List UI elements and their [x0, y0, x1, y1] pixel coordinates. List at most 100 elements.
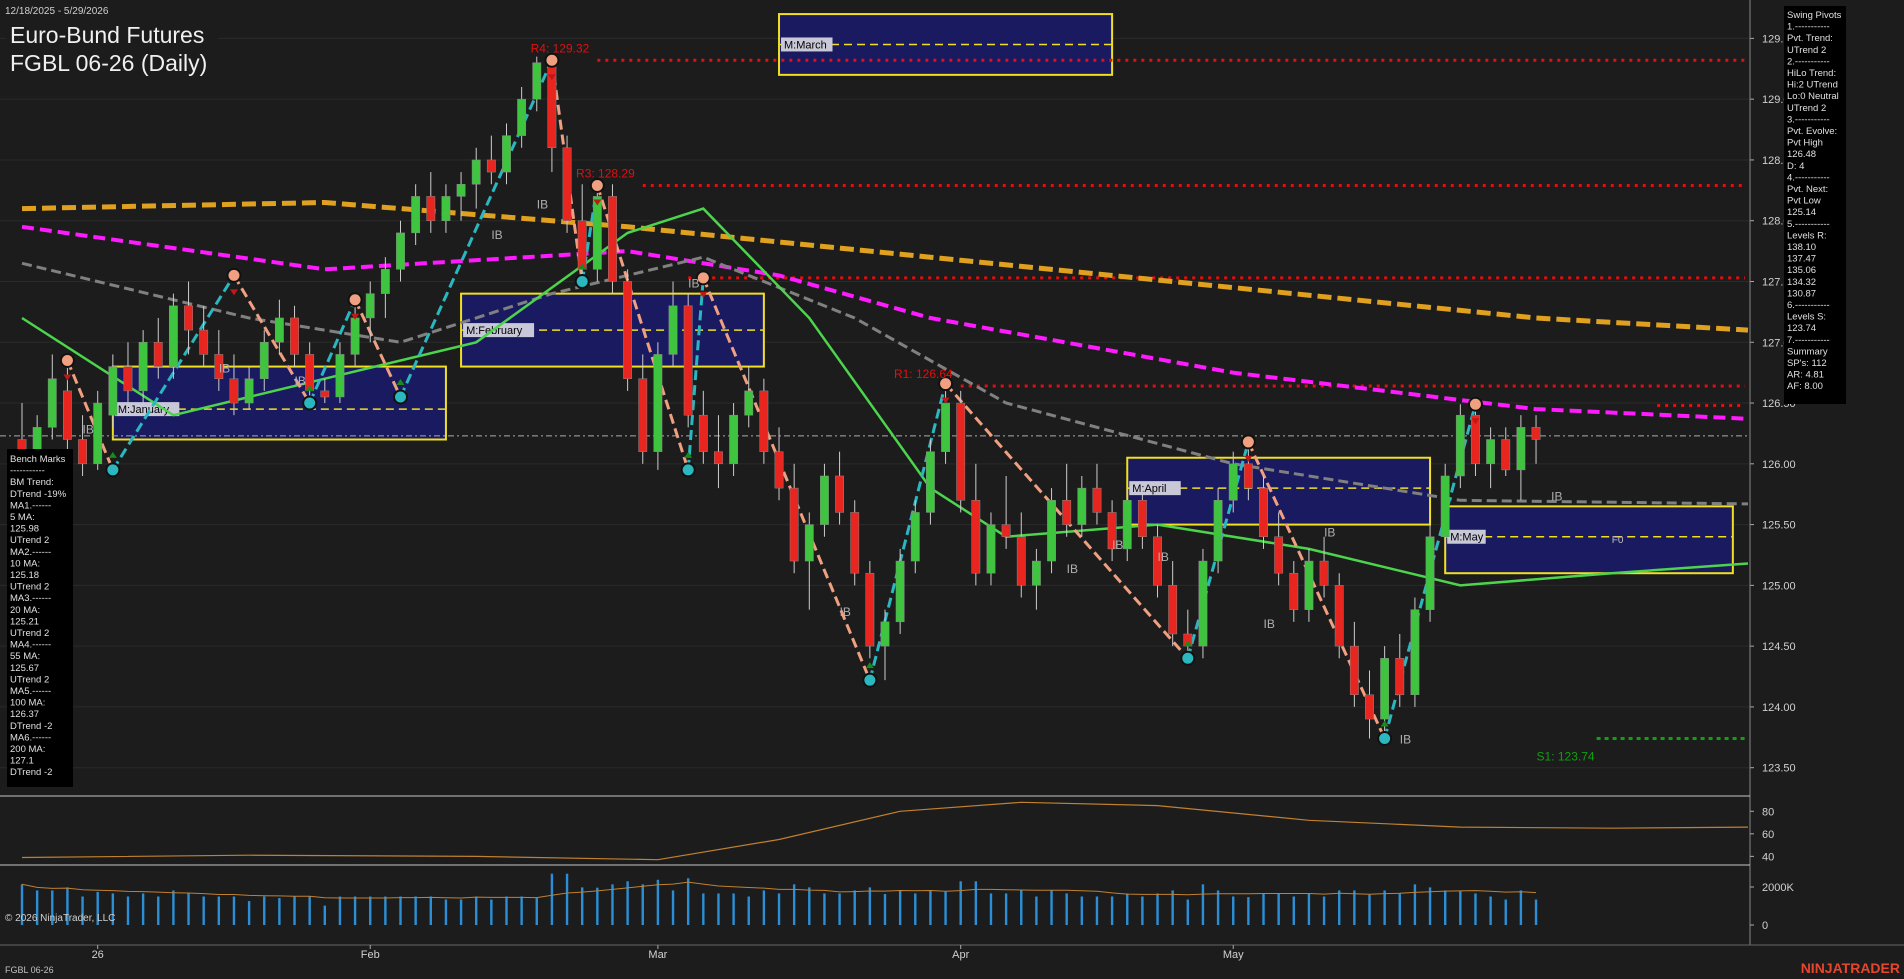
resistance-label-3: R1: 126.64 — [894, 367, 953, 381]
ib-label-7: IB — [1067, 562, 1078, 576]
volume-bar-35 — [550, 873, 554, 925]
volume-bar-13 — [217, 896, 221, 925]
copyright-text: © 2026 NinjaTrader, LLC — [5, 913, 115, 924]
candle-body-21 — [335, 354, 345, 398]
candle-body-53 — [820, 475, 829, 525]
swing-marker-16 — [1467, 396, 1483, 412]
y-tick-label-2: 124.50 — [1762, 641, 1796, 653]
f0-label: F0 — [1612, 535, 1624, 546]
volume-bar-56 — [868, 887, 872, 925]
instrument-footer: FGBL 06-26 — [5, 965, 54, 975]
volume-bar-7 — [126, 896, 130, 925]
candle-body-54 — [835, 475, 844, 513]
swing-marker-11 — [862, 672, 878, 688]
swing-panel-line-14: 4.----------- — [1787, 172, 1830, 183]
candle-body-81 — [1243, 463, 1253, 489]
candle-body-67 — [1031, 560, 1041, 586]
bench-panel-line-13: 20 MA: — [10, 605, 40, 616]
candle-body-26 — [411, 196, 421, 234]
swing-panel-line-3: UTrend 2 — [1787, 45, 1826, 56]
volume-bar-38 — [596, 887, 599, 925]
volume-bar-34 — [535, 898, 538, 925]
y-tick-label-3: 125.00 — [1762, 580, 1796, 592]
candle-body-17 — [274, 317, 284, 343]
candle-body-63 — [971, 500, 981, 574]
volume-bar-93 — [1428, 887, 1432, 925]
volume-bar-24 — [384, 896, 387, 925]
swing-panel-line-12: 126.48 — [1787, 149, 1816, 160]
volume-bar-59 — [914, 893, 917, 925]
candle-body-70 — [1077, 487, 1087, 525]
volume-bar-54 — [838, 893, 841, 925]
volume-bar-94 — [1443, 890, 1447, 925]
candle-body-9 — [153, 342, 163, 367]
swing-marker-0 — [59, 352, 75, 368]
ib-label-9: IB — [1158, 550, 1169, 564]
bench-panel-line-15: UTrend 2 — [10, 628, 49, 639]
volume-bar-41 — [641, 884, 644, 925]
month-label-2: M:March — [784, 39, 827, 51]
swing-panel-line-27: 123.74 — [1787, 323, 1816, 334]
volume-bar-29 — [459, 899, 463, 925]
bench-panel-line-18: 125.67 — [10, 663, 39, 674]
swing-panel-line-10: Pvt. Evolve: — [1787, 126, 1837, 137]
volume-bar-37 — [580, 887, 584, 925]
bench-panel-line-2: BM Trend: — [10, 477, 54, 488]
bench-panel-line-1: ----------- — [10, 466, 45, 477]
month-label-4: M:May — [1450, 532, 1484, 544]
volume-bar-87 — [1338, 890, 1341, 925]
swing-panel-line-20: 138.10 — [1787, 242, 1816, 253]
volume-bar-68 — [1050, 890, 1053, 925]
vol-tick-label-0: 0 — [1762, 920, 1768, 932]
month-box-4 — [1444, 505, 1734, 575]
swing-panel-line-23: 134.32 — [1787, 277, 1816, 288]
month-label-1: M:February — [466, 325, 523, 337]
swing-marker-8 — [589, 177, 605, 193]
volume-bar-53 — [823, 893, 826, 925]
swing-panel-line-22: 135.06 — [1787, 265, 1816, 276]
swing-marker-7 — [574, 273, 590, 289]
candle-body-87 — [1334, 585, 1344, 647]
candle-body-65 — [1001, 524, 1011, 537]
candle-body-90 — [1380, 658, 1390, 720]
candle-body-16 — [259, 342, 269, 379]
swing-panel-line-9: 3.----------- — [1787, 114, 1830, 125]
bench-panel-line-7: UTrend 2 — [10, 535, 49, 546]
volume-bar-21 — [338, 896, 342, 925]
bench-panel-line-27: DTrend -2 — [10, 767, 52, 778]
volume-bar-17 — [278, 898, 281, 925]
candle-body-56 — [865, 572, 875, 647]
ib-label-11: IB — [1324, 526, 1335, 540]
volume-bar-99 — [1519, 890, 1523, 925]
price-chart[interactable]: M:January M:February M:March M:April M:May R… — [0, 0, 1904, 979]
x-tick-label-2: Mar — [648, 949, 667, 961]
candle-body-42 — [653, 354, 663, 452]
candle-body-59 — [910, 512, 920, 562]
candle-body-45 — [698, 414, 708, 452]
volume-bar-73 — [1126, 893, 1129, 925]
volume-bar-89 — [1368, 894, 1371, 925]
bench-panel-line-23: DTrend -2 — [10, 721, 52, 732]
bench-panel-line-9: 10 MA: — [10, 558, 40, 569]
swing-panel-line-7: Lo:0 Neutral — [1787, 91, 1839, 102]
volume-bar-50 — [777, 893, 781, 925]
bench-panel-line-19: UTrend 2 — [10, 674, 49, 685]
bench-panel-line-5: 5 MA: — [10, 512, 35, 523]
ib-label-8: IB — [1112, 538, 1123, 552]
volume-bar-58 — [898, 890, 902, 925]
candle-body-91 — [1395, 658, 1405, 696]
swing-panel-line-11: Pvt High — [1787, 138, 1823, 149]
candle-body-18 — [290, 317, 299, 355]
candle-body-89 — [1365, 694, 1374, 720]
volume-bar-16 — [263, 896, 266, 925]
swing-pivots-panel: Swing Pivots1.-----------Pvt. Trend:UTre… — [1784, 6, 1846, 404]
swing-panel-line-19: Levels R: — [1787, 230, 1827, 241]
volume-bar-75 — [1156, 893, 1159, 925]
swing-panel-line-17: 125.14 — [1787, 207, 1816, 218]
osc-tick-label-2: 80 — [1762, 806, 1774, 818]
candle-body-5 — [93, 402, 103, 465]
candle-body-64 — [986, 524, 996, 574]
candle-body-44 — [683, 305, 693, 416]
candle-body-20 — [320, 390, 330, 398]
volume-bar-82 — [1262, 893, 1265, 925]
